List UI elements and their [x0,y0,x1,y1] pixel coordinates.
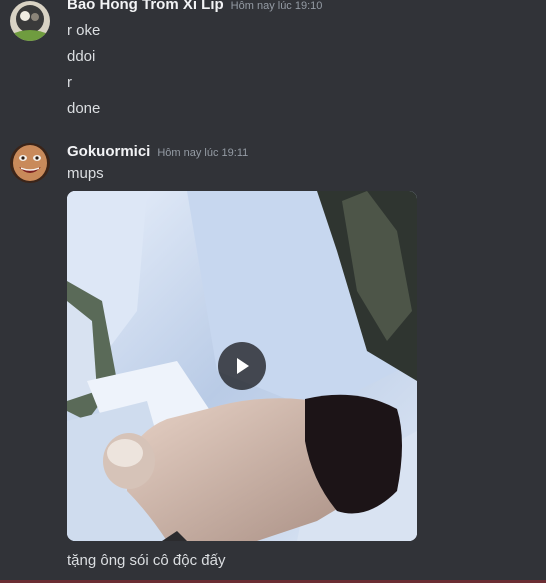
message-text: mups [67,165,104,182]
message-text: tặng ông sói cô độc đấy [67,552,226,569]
play-button[interactable] [218,342,266,390]
username[interactable]: Gokuormici [67,143,150,160]
play-icon [237,358,249,374]
avatar[interactable] [10,143,50,183]
timestamp: Hôm nay lúc 19:11 [157,147,249,159]
message-group: Gokuormici Hôm nay lúc 19:11 mups tặng ô… [0,0,546,583]
chat-messages: Bao Hong Trom Xi Lip Hôm nay lúc 19:10 r… [0,0,546,583]
video-attachment[interactable] [67,191,417,541]
